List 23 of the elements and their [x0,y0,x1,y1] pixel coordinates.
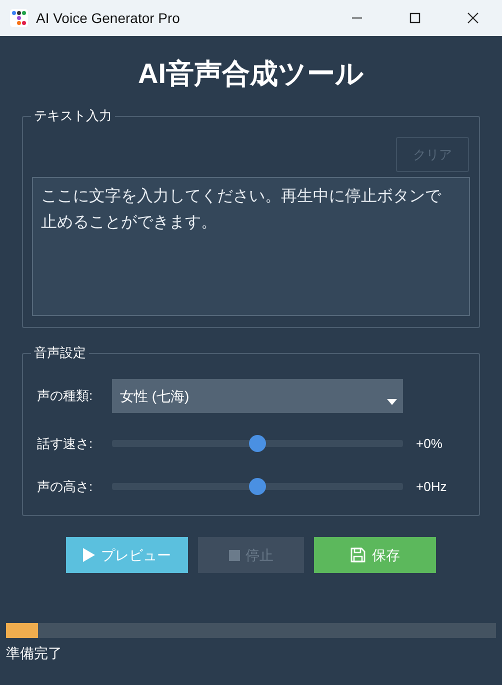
preview-button[interactable]: プレビュー [66,537,188,573]
voice-dropdown[interactable]: 女性 (七海) [112,379,403,413]
slider-thumb[interactable] [249,478,266,495]
group-legend: テキスト入力 [31,107,115,125]
play-icon [83,548,95,562]
slider-label: 声の高さ: [37,478,94,496]
text-input-field[interactable]: ここに文字を入力してください。再生中に停止ボタンで止めることができます。 [32,177,470,316]
field-label: 声の種類: [37,387,94,406]
save-icon [350,547,366,563]
app-heading: AI音声合成ツール [137,57,365,91]
caret-icon [387,399,397,405]
save-button[interactable]: 保存 [314,537,436,573]
slider-thumb[interactable] [249,435,266,452]
status-text: 準備完了 [6,644,63,662]
group-legend: 音声設定 [31,344,89,362]
slider-label: 話す速さ: [37,434,94,453]
slider-value: +0% [416,434,442,453]
app-logo-icon [10,9,28,27]
slider-value: +0Hz [416,478,447,496]
maximize-icon [409,12,421,24]
window-title: AI Voice Generator Pro [36,8,180,28]
close-icon [467,12,479,24]
stop-icon [228,550,240,560]
